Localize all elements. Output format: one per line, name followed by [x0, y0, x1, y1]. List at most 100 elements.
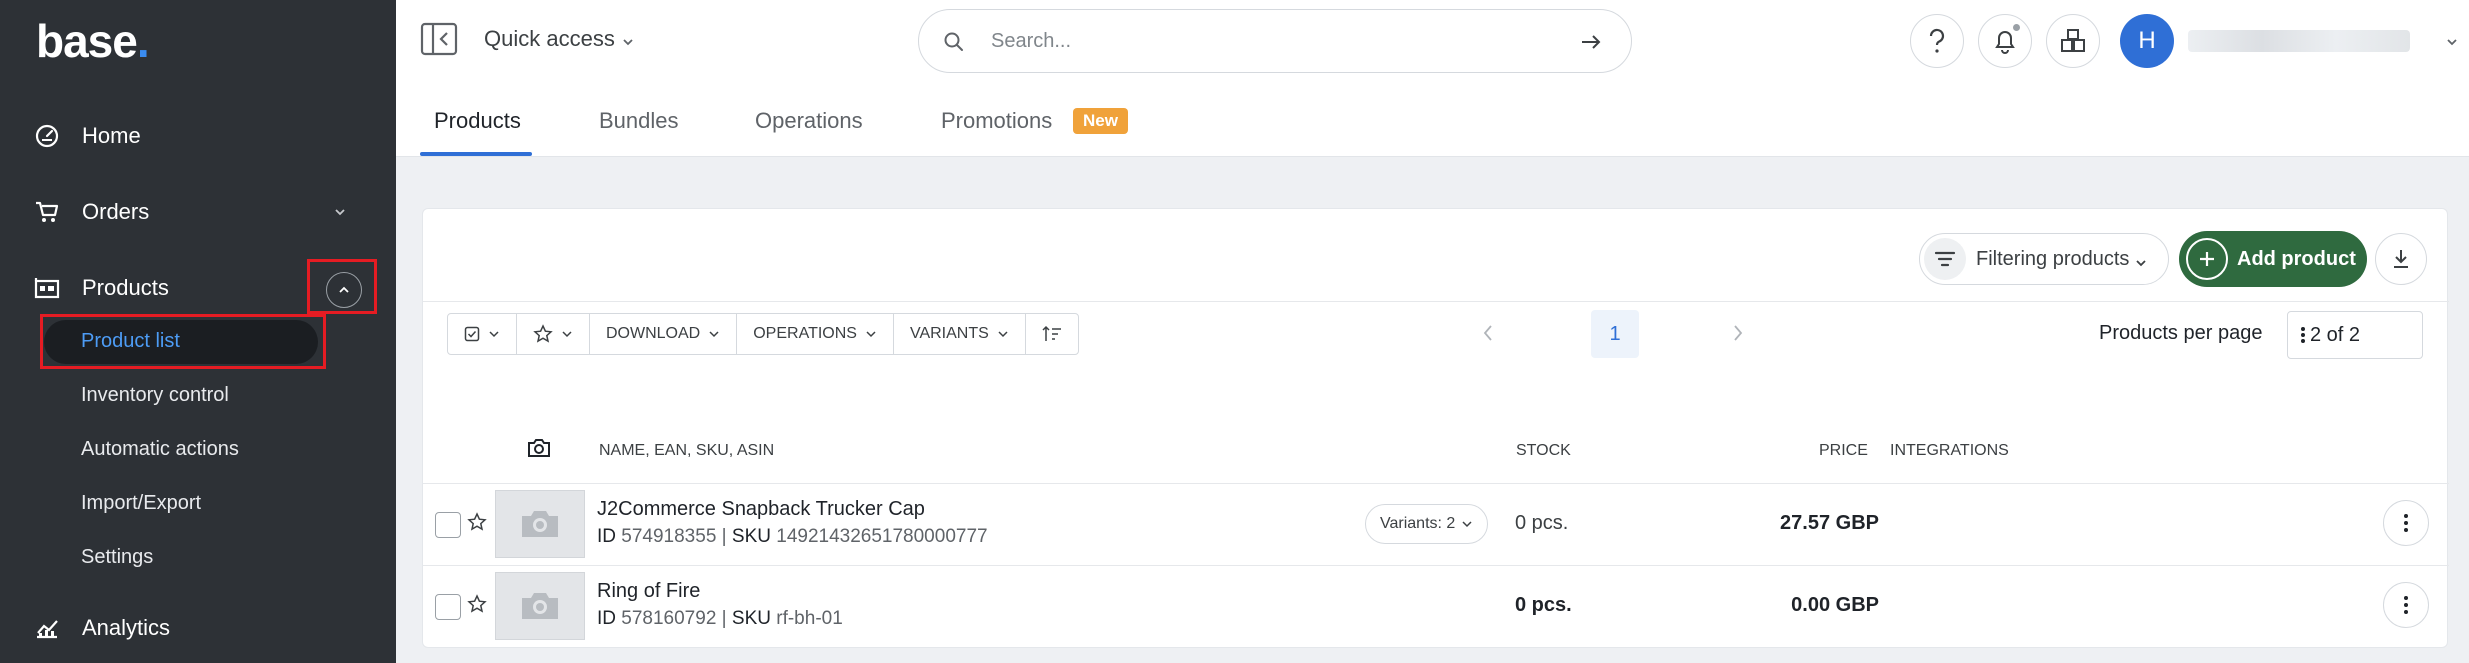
table-row[interactable]: J2Commerce Snapback Trucker Cap ID 57491… — [423, 483, 2449, 565]
product-name[interactable]: Ring of Fire — [597, 580, 700, 603]
base-logo[interactable]: base. — [36, 14, 150, 68]
product-meta: ID 578160792 | SKU rf-bh-01 — [597, 608, 843, 629]
sidebar: base. Home Orders Products Product list … — [0, 0, 396, 663]
current-page[interactable]: 1 — [1591, 310, 1639, 358]
row-more-button[interactable] — [2383, 500, 2429, 546]
more-vertical-icon — [2404, 596, 2408, 614]
product-thumbnail[interactable] — [495, 572, 585, 640]
chevron-down-icon[interactable] — [332, 204, 348, 220]
download-icon — [2394, 250, 2408, 268]
product-name[interactable]: J2Commerce Snapback Trucker Cap — [597, 498, 925, 521]
star-icon — [533, 324, 553, 343]
integrations-button[interactable] — [2046, 14, 2100, 68]
search-bar[interactable] — [918, 9, 1632, 73]
quick-access-label[interactable]: Quick access — [484, 26, 615, 52]
favorites-dropdown[interactable] — [517, 314, 590, 354]
product-price: 0.00 GBP — [1791, 594, 1879, 616]
chevron-down-icon[interactable] — [620, 34, 636, 50]
select-all-dropdown[interactable] — [448, 314, 517, 354]
star-icon[interactable] — [467, 594, 487, 614]
divider — [423, 301, 2449, 302]
tab-promotions[interactable]: Promotions — [941, 108, 1052, 134]
plus-icon — [2186, 238, 2228, 280]
products-per-page-select[interactable]: 2 of 2 — [2287, 311, 2423, 359]
highlight-box-collapse — [307, 259, 377, 314]
boxes-icon — [2061, 29, 2085, 52]
search-icon — [943, 31, 965, 53]
grip-icon — [2301, 327, 2305, 343]
filter-icon — [1924, 238, 1966, 280]
chevron-down-icon — [709, 331, 719, 338]
sidebar-toggle-icon[interactable] — [420, 22, 460, 58]
sidebar-item-label: Home — [82, 123, 141, 148]
sidebar-item-home[interactable]: Home — [0, 108, 396, 164]
help-button[interactable] — [1910, 14, 1964, 68]
star-icon[interactable] — [467, 512, 487, 532]
product-thumbnail[interactable] — [495, 490, 585, 558]
variants-dropdown[interactable]: VARIANTS — [894, 314, 1026, 354]
highlight-box-product-list — [40, 314, 326, 369]
more-vertical-icon — [2404, 514, 2408, 532]
notifications-button[interactable] — [1978, 14, 2032, 68]
sort-button[interactable] — [1026, 314, 1078, 354]
product-meta: ID 574918355 | SKU 14921432651780000777 — [597, 526, 988, 547]
sidebar-item-label: Analytics — [82, 615, 171, 640]
product-stock: 0 pcs. — [1515, 512, 1569, 534]
operations-dropdown[interactable]: OPERATIONS — [737, 314, 894, 354]
chevron-down-icon — [2134, 256, 2148, 270]
tab-products[interactable]: Products — [434, 108, 521, 134]
sidebar-subitem-settings[interactable]: Settings — [81, 546, 153, 569]
camera-placeholder-icon — [522, 593, 558, 619]
chevron-down-icon — [1462, 521, 1472, 528]
product-price: 27.57 GBP — [1780, 512, 1879, 534]
product-stock: 0 pcs. — [1515, 594, 1572, 616]
notification-dot — [2012, 23, 2021, 32]
top-header: Quick access H Products Bundles Operatio… — [396, 0, 2469, 157]
chevron-down-icon — [489, 331, 499, 338]
add-product-label: Add product — [2237, 248, 2356, 270]
row-checkbox[interactable] — [435, 512, 461, 538]
bulk-toolbar: DOWNLOAD OPERATIONS VARIANTS — [447, 313, 1079, 355]
analytics-icon — [34, 615, 60, 641]
products-card: Filtering products Add product DOWNLOAD … — [422, 208, 2449, 648]
table-row[interactable]: Ring of Fire ID 578160792 | SKU rf-bh-01… — [423, 565, 2449, 647]
chevron-left-icon[interactable] — [1481, 323, 1495, 343]
variants-button[interactable]: Variants: 2 — [1365, 504, 1489, 544]
add-product-button[interactable]: Add product — [2179, 231, 2367, 287]
chevron-right-icon[interactable] — [1731, 323, 1745, 343]
chevron-down-icon — [866, 331, 876, 338]
row-more-button[interactable] — [2383, 582, 2429, 628]
sidebar-subitem-inventory-control[interactable]: Inventory control — [81, 384, 229, 407]
avatar[interactable]: H — [2120, 14, 2174, 68]
products-icon — [34, 275, 60, 301]
row-checkbox[interactable] — [435, 594, 461, 620]
sidebar-subitem-automatic-actions[interactable]: Automatic actions — [81, 438, 239, 461]
column-header-integrations[interactable]: INTEGRATIONS — [1890, 442, 2009, 460]
sort-icon — [1042, 325, 1061, 341]
filter-label: Filtering products — [1976, 248, 2130, 270]
search-input[interactable] — [991, 26, 1551, 56]
column-header-stock[interactable]: STOCK — [1516, 442, 1571, 460]
sidebar-item-orders[interactable]: Orders — [0, 184, 396, 240]
user-name-redacted[interactable] — [2188, 30, 2410, 52]
arrow-right-icon[interactable] — [1579, 30, 1603, 54]
help-icon — [1929, 28, 1945, 53]
download-dropdown[interactable]: DOWNLOAD — [590, 314, 738, 354]
sidebar-item-analytics[interactable]: Analytics — [0, 600, 396, 656]
sidebar-item-label: Products — [82, 275, 169, 300]
chevron-down-icon — [562, 331, 572, 338]
column-header-name[interactable]: NAME, EAN, SKU, ASIN — [599, 442, 774, 460]
chevron-down-icon[interactable] — [2444, 34, 2460, 50]
new-badge: New — [1073, 108, 1128, 134]
filter-products-button[interactable]: Filtering products — [1919, 233, 2169, 285]
camera-icon — [527, 437, 551, 459]
sidebar-subitem-import-export[interactable]: Import/Export — [81, 492, 201, 515]
export-button[interactable] — [2375, 233, 2427, 285]
products-per-page-label: Products per page — [2099, 322, 2263, 344]
checkbox-icon — [464, 326, 480, 342]
sidebar-item-label: Orders — [82, 199, 150, 224]
tab-operations[interactable]: Operations — [755, 108, 863, 134]
column-header-price[interactable]: PRICE — [1819, 442, 1868, 460]
gauge-icon — [34, 123, 60, 149]
tab-bundles[interactable]: Bundles — [599, 108, 679, 134]
